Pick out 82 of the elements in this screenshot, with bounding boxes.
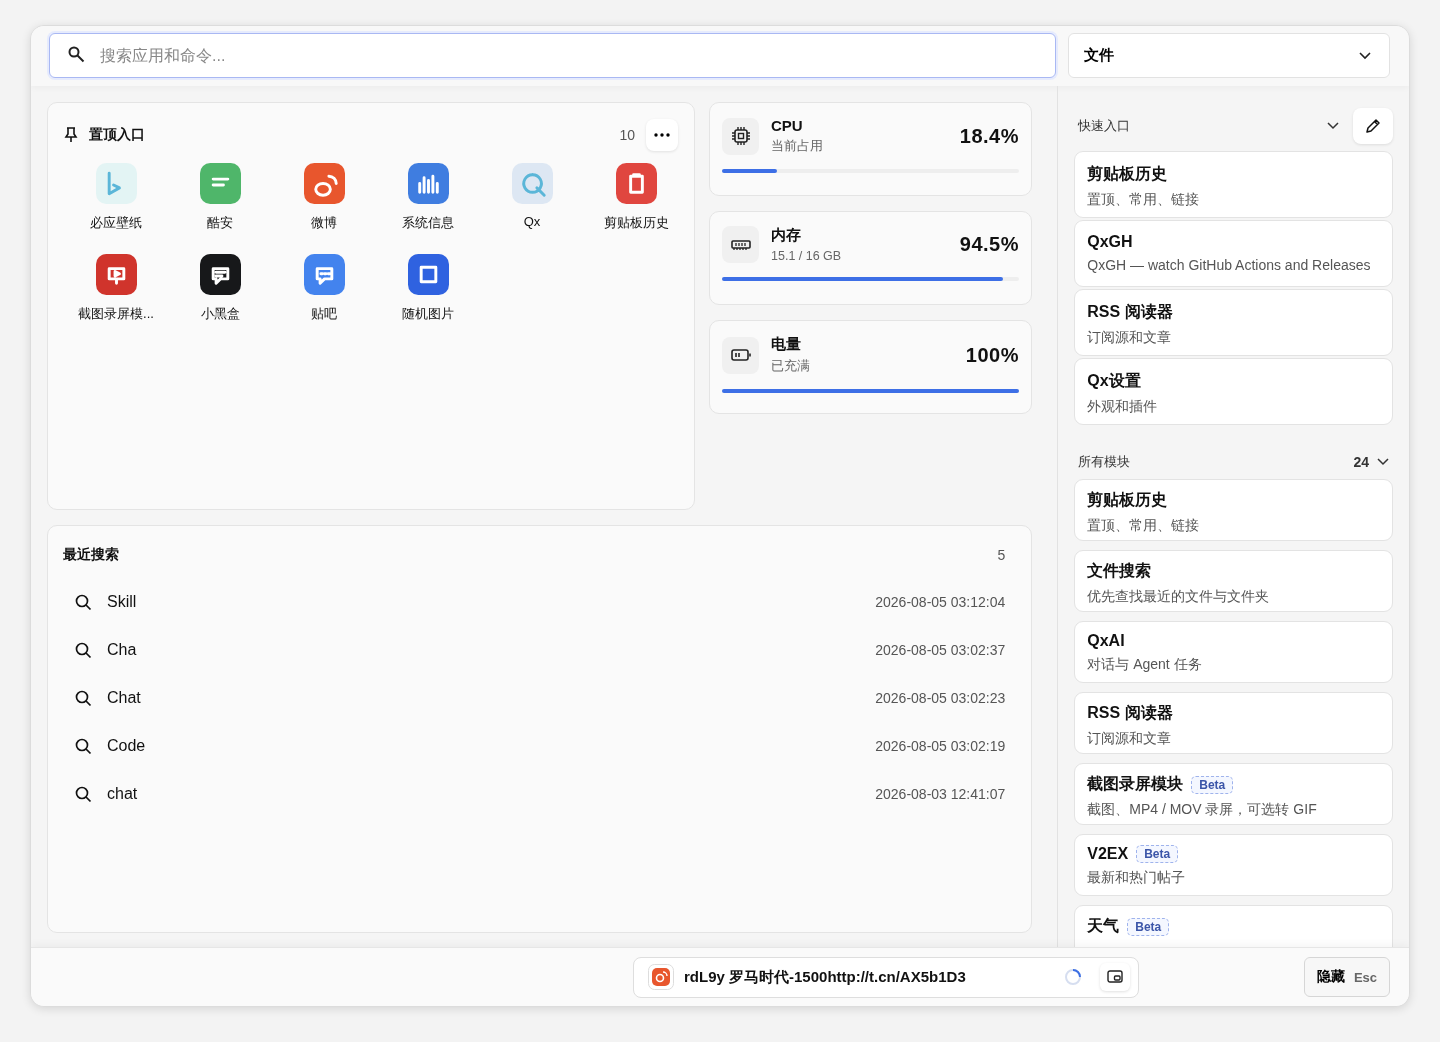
edit-button[interactable]	[1353, 108, 1393, 144]
beta-tag: Beta	[1136, 845, 1179, 863]
spinner-icon	[1064, 968, 1082, 986]
search-icon	[75, 593, 92, 611]
module-description: 订阅源和文章	[1087, 730, 1173, 748]
more-icon	[654, 133, 670, 137]
stat-title: CPU	[771, 117, 804, 134]
recent-search-item[interactable]: Skill 2026-08-05 03:12:04	[63, 578, 1006, 626]
chevron-down-icon	[1359, 51, 1371, 60]
section-title: 快速入口	[1078, 117, 1131, 135]
section-title: 最近搜索	[63, 546, 119, 564]
beta-tag: Beta	[1127, 917, 1170, 936]
stat-title: 内存	[771, 226, 802, 245]
pinned-count: 10	[619, 127, 635, 143]
app-launcher[interactable]: 小黑盒	[168, 252, 272, 323]
stat-subtitle: 当前占用	[771, 138, 824, 155]
pin-icon	[64, 127, 78, 143]
module-item[interactable]: RSS 阅读器 订阅源和文章	[1074, 692, 1393, 754]
search-field[interactable]: 搜索应用和命令...	[49, 33, 1056, 78]
module-item[interactable]: 文件搜索 优先查找最近的文件与文件夹	[1074, 550, 1393, 612]
battery-icon	[722, 336, 759, 374]
module-item[interactable]: 天气 Beta	[1074, 905, 1393, 947]
module-title: RSS 阅读器	[1087, 703, 1173, 723]
more-button[interactable]	[646, 119, 678, 151]
module-title: 截图录屏模块	[1087, 774, 1184, 794]
app-launcher[interactable]: 截图录屏模...	[64, 252, 168, 323]
stat-subtitle: 15.1 / 16 GB	[771, 249, 843, 263]
app-launcher[interactable]: 贴吧	[272, 252, 376, 323]
module-title: QxAI	[1087, 632, 1125, 650]
module-description: 最新和热门帖子	[1087, 869, 1187, 887]
search-icon	[75, 737, 92, 755]
module-item[interactable]: 截图录屏模块 Beta 截图、MP4 / MOV 录屏，可选转 GIF	[1074, 763, 1393, 825]
module-item[interactable]: 剪贴板历史 置顶、常用、链接	[1074, 479, 1393, 541]
recent-search-item[interactable]: Code 2026-08-05 03:02:19	[63, 722, 1006, 770]
quick-access-item[interactable]: RSS 阅读器 订阅源和文章	[1074, 289, 1393, 356]
now-playing-text: rdL9y 罗马时代-1500http://t.cn/AX5b1D3	[684, 967, 966, 987]
stat-value: 18.4%	[959, 124, 1019, 148]
recent-search-item[interactable]: Chat 2026-08-05 03:02:23	[63, 674, 1006, 722]
module-description: 优先查找最近的文件与文件夹	[1087, 588, 1271, 606]
module-title: 文件搜索	[1087, 561, 1152, 581]
app-launcher[interactable]: 微博	[272, 161, 376, 232]
module-count: 24	[1353, 454, 1369, 470]
module-description: 对话与 Agent 任务	[1087, 656, 1203, 674]
chevron-down-icon	[1377, 458, 1389, 466]
app-launcher[interactable]: 系统信息	[376, 161, 480, 232]
quick-access-item[interactable]: Qx设置 外观和插件	[1074, 358, 1393, 425]
beta-tag: Beta	[1191, 775, 1234, 794]
app-launcher[interactable]: 随机图片	[376, 252, 480, 323]
stat-title: 电量	[771, 335, 802, 354]
module-title: 天气	[1087, 916, 1120, 936]
picture-in-picture-icon	[1107, 970, 1123, 984]
section-title: 置顶入口	[89, 126, 145, 144]
stat-value: 100%	[965, 343, 1019, 367]
search-icon	[75, 785, 92, 803]
module-item[interactable]: QxAI 对话与 Agent 任务	[1074, 621, 1393, 683]
recent-count: 5	[997, 547, 1006, 563]
chip-icon	[722, 117, 759, 155]
module-description: 置顶、常用、链接	[1087, 517, 1201, 535]
app-launcher[interactable]: Qx	[480, 161, 584, 232]
pencil-icon	[1365, 118, 1381, 134]
picture-in-picture-button[interactable]	[1100, 963, 1130, 991]
section-title: 所有模块	[1078, 453, 1131, 471]
recent-search-item[interactable]: Cha 2026-08-05 03:02:37	[63, 626, 1006, 674]
recent-search-item[interactable]: chat 2026-08-03 12:41:07	[63, 770, 1006, 818]
module-title: 剪贴板历史	[1087, 490, 1168, 510]
stat-value: 94.5%	[959, 233, 1019, 256]
stat-subtitle: 已充满	[771, 358, 811, 375]
module-title: V2EX	[1087, 845, 1129, 863]
module-item[interactable]: V2EX Beta 最新和热门帖子	[1074, 834, 1393, 896]
app-icon	[648, 964, 674, 990]
memory-icon	[722, 226, 759, 263]
search-icon	[75, 689, 92, 707]
search-icon	[75, 641, 92, 659]
app-launcher[interactable]: 剪贴板历史	[584, 161, 688, 232]
chevron-down-icon	[1327, 122, 1339, 130]
app-launcher[interactable]: 必应壁纸	[64, 161, 168, 232]
quick-access-item[interactable]: 剪贴板历史 置顶、常用、链接	[1074, 151, 1393, 218]
app-launcher[interactable]: 酷安	[168, 161, 272, 232]
module-description: 截图、MP4 / MOV 录屏，可选转 GIF	[1087, 801, 1318, 819]
hide-button[interactable]: 隐藏 Esc	[1304, 957, 1390, 997]
quick-access-item[interactable]: QxGH QxGH — watch GitHub Actions and Releases	[1074, 220, 1393, 287]
scope-dropdown[interactable]: 文件	[1068, 33, 1390, 78]
